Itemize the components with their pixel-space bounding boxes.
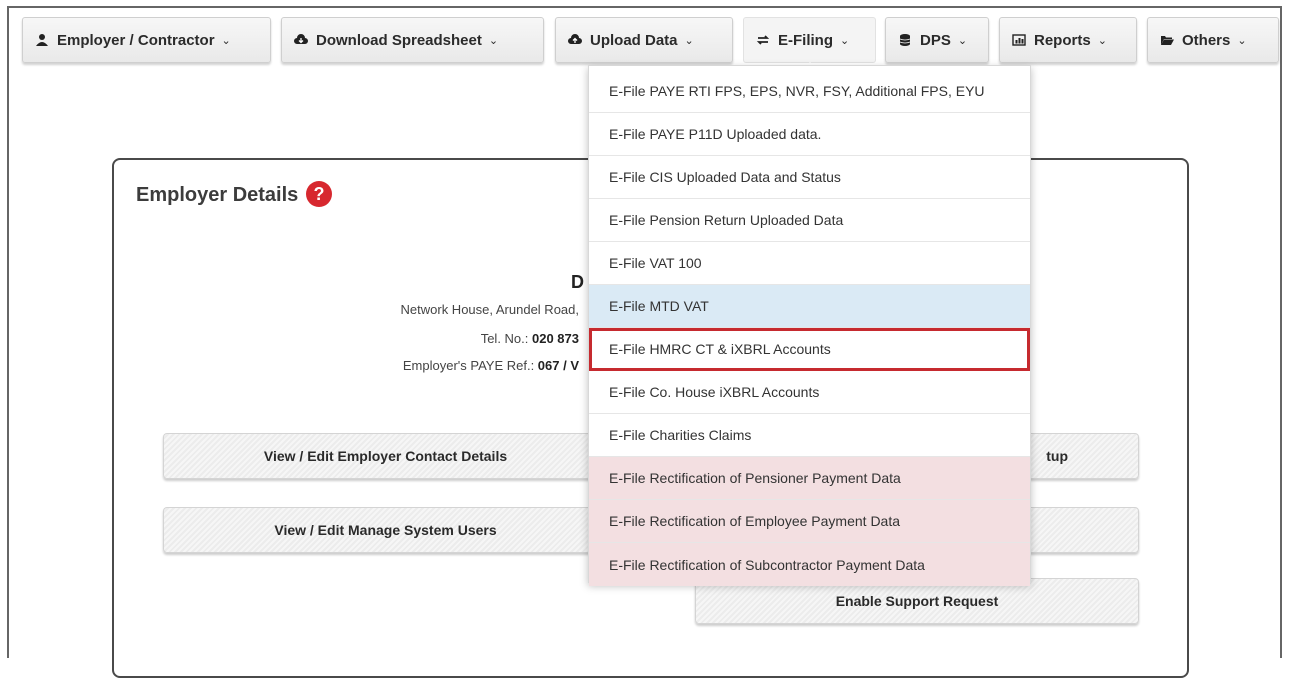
nav-employer-contractor[interactable]: Employer / Contractor ⌄	[22, 17, 271, 63]
user-icon	[36, 34, 48, 46]
chevron-down-icon: ⌄	[488, 34, 499, 47]
chevron-down-icon: ⌄	[684, 34, 694, 47]
nav-download-label: Download Spreadsheet	[316, 31, 482, 49]
chevron-down-icon: ⌄	[1097, 34, 1107, 47]
menu-item-efile-co-house-ixbrl[interactable]: E-File Co. House iXBRL Accounts	[589, 371, 1030, 414]
support-request-label: Enable Support Request	[835, 593, 999, 609]
efiling-dropdown-menu: E-File PAYE RTI FPS, EPS, NVR, FSY, Addi…	[588, 65, 1031, 586]
view-edit-system-users-button[interactable]: View / Edit Manage System Users	[163, 507, 608, 553]
menu-item-label: E-File Co. House iXBRL Accounts	[609, 384, 820, 400]
view-edit-contact-details-button[interactable]: View / Edit Employer Contact Details	[163, 433, 608, 479]
nav-dps[interactable]: DPS ⌄	[885, 17, 989, 63]
menu-item-efile-pension-return[interactable]: E-File Pension Return Uploaded Data	[589, 199, 1030, 242]
menu-item-efile-vat-100[interactable]: E-File VAT 100	[589, 242, 1030, 285]
employer-address: Network House, Arundel Road,	[400, 302, 579, 317]
nav-employer-label: Employer / Contractor	[57, 31, 215, 49]
nav-others[interactable]: Others ⌄	[1147, 17, 1279, 63]
paye-value: 067 / V	[537, 358, 579, 373]
telephone-value: 020 873	[532, 331, 579, 346]
paye-label: Employer's PAYE Ref.:	[402, 358, 538, 373]
menu-item-efile-charities-claims[interactable]: E-File Charities Claims	[589, 414, 1030, 457]
cloud-upload-icon	[568, 34, 582, 44]
menu-item-label: E-File Rectification of Subcontractor Pa…	[609, 556, 925, 573]
menu-item-label: E-File MTD VAT	[609, 298, 709, 314]
menu-item-label: E-File PAYE RTI FPS, EPS, NVR, FSY, Addi…	[609, 83, 985, 99]
menu-item-efile-cis[interactable]: E-File CIS Uploaded Data and Status	[589, 156, 1030, 199]
system-users-label: View / Edit Manage System Users	[274, 522, 497, 538]
menu-item-label: E-File Pension Return Uploaded Data	[609, 212, 844, 228]
employer-paye-ref: Employer's PAYE Ref.: 067 / V	[403, 358, 579, 373]
menu-item-efile-rectification-subcontractor[interactable]: E-File Rectification of Subcontractor Pa…	[589, 543, 1030, 586]
folder-open-icon	[1161, 36, 1174, 45]
nav-efiling[interactable]: E-Filing ⌄	[743, 17, 876, 70]
cloud-download-icon	[294, 34, 308, 44]
menu-item-label: E-File VAT 100	[609, 255, 702, 271]
setup-label: tup	[1046, 448, 1068, 464]
nav-download-spreadsheet[interactable]: Download Spreadsheet ⌄	[281, 17, 544, 63]
chevron-down-icon: ⌄	[221, 34, 231, 47]
menu-item-efile-rectification-pensioner[interactable]: E-File Rectification of Pensioner Paymen…	[589, 457, 1030, 500]
exchange-icon	[756, 35, 770, 45]
employer-name: D	[571, 272, 584, 292]
menu-item-efile-paye-rti[interactable]: E-File PAYE RTI FPS, EPS, NVR, FSY, Addi…	[589, 70, 1030, 113]
help-icon[interactable]: ?	[306, 181, 332, 207]
menu-item-efile-mtd-vat[interactable]: E-File MTD VAT	[589, 285, 1030, 328]
page-title: Employer Details	[136, 184, 299, 206]
menu-item-efile-paye-p11d[interactable]: E-File PAYE P11D Uploaded data.	[589, 113, 1030, 156]
menu-item-efile-hmrc-ct-ixbrl[interactable]: E-File HMRC CT & iXBRL Accounts	[589, 328, 1030, 371]
chevron-down-icon: ⌄	[1237, 34, 1247, 47]
nav-upload-label: Upload Data	[590, 31, 678, 49]
nav-dps-label: DPS	[920, 31, 951, 49]
menu-item-label: E-File Rectification of Pensioner Paymen…	[609, 470, 901, 486]
menu-item-efile-rectification-employee[interactable]: E-File Rectification of Employee Payment…	[589, 500, 1030, 543]
employer-telephone: Tel. No.: 020 873	[481, 331, 579, 346]
bar-chart-icon	[1012, 34, 1026, 46]
telephone-label: Tel. No.:	[480, 331, 532, 346]
chevron-down-icon: ⌄	[957, 34, 968, 47]
menu-item-label: E-File HMRC CT & iXBRL Accounts	[609, 341, 831, 357]
menu-item-label: E-File Charities Claims	[609, 427, 752, 443]
nav-others-label: Others	[1182, 31, 1231, 49]
chevron-down-icon: ⌄	[840, 34, 850, 47]
nav-upload-data[interactable]: Upload Data ⌄	[555, 17, 733, 63]
nav-reports[interactable]: Reports ⌄	[999, 17, 1137, 63]
menu-item-label: E-File Rectification of Employee Payment…	[609, 513, 901, 529]
menu-item-label: E-File PAYE P11D Uploaded data.	[609, 126, 822, 142]
contact-details-label: View / Edit Employer Contact Details	[263, 448, 508, 464]
database-icon	[899, 34, 911, 46]
menu-item-label: E-File CIS Uploaded Data and Status	[609, 169, 841, 185]
nav-reports-label: Reports	[1034, 31, 1091, 49]
nav-efiling-label: E-Filing	[778, 31, 833, 49]
